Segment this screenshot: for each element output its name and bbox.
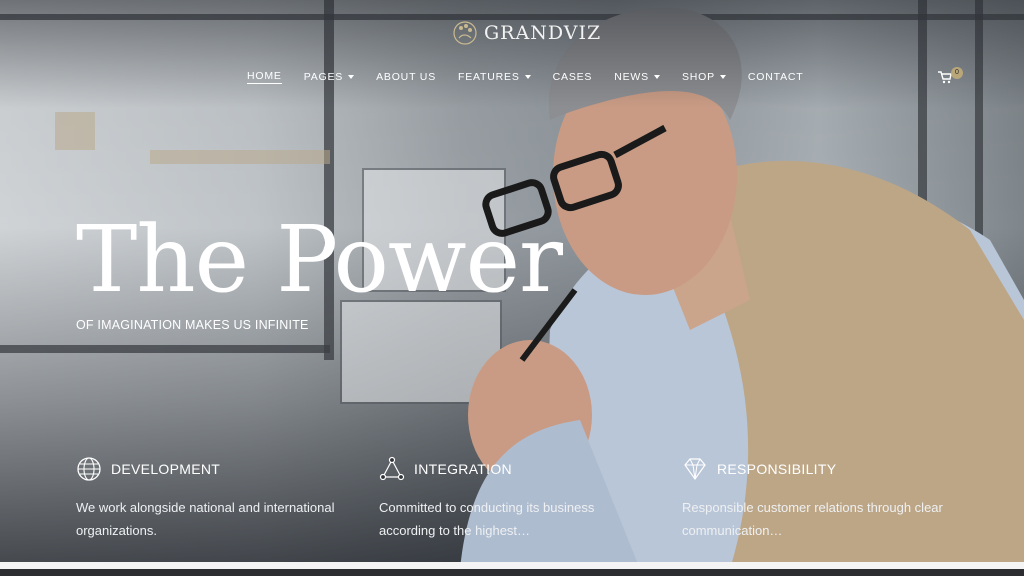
- laurel-mark-icon: [453, 21, 477, 45]
- nav-label: NEWS: [614, 71, 649, 83]
- network-triangle-icon: [379, 456, 405, 481]
- window-frame: [0, 345, 330, 353]
- feature-header: DEVELOPMENT: [76, 456, 346, 482]
- cart-button[interactable]: 0: [938, 67, 964, 86]
- feature-title: INTEGRATION: [414, 461, 512, 477]
- hero-section: GRANDVIZ HOME PAGES ABOUT US FEATURES CA…: [0, 0, 1024, 569]
- brand-logo[interactable]: GRANDVIZ: [452, 20, 601, 46]
- nav-item-about-us[interactable]: ABOUT US: [365, 70, 447, 84]
- nav-item-news[interactable]: NEWS: [603, 70, 671, 84]
- nav-label: CONTACT: [747, 71, 804, 83]
- hero-title: The Power: [76, 206, 563, 313]
- nav-item-features[interactable]: FEATURES: [447, 70, 542, 84]
- chevron-down-icon: [653, 75, 660, 79]
- nav-item-shop[interactable]: SHOP: [671, 70, 737, 84]
- nav-item-contact[interactable]: CONTACT: [737, 70, 815, 84]
- cart-icon: [938, 71, 952, 84]
- feature-development: DEVELOPMENT We work alongside national a…: [76, 456, 346, 542]
- nav-label: CASES: [552, 71, 593, 83]
- nav-label: FEATURES: [458, 71, 520, 83]
- globe-icon: [77, 457, 101, 481]
- diamond-icon: [684, 458, 706, 481]
- main-navigation: HOME PAGES ABOUT US FEATURES CASES NEWS …: [247, 70, 815, 84]
- feature-description: Committed to conducting its business acc…: [379, 500, 595, 538]
- shelf: [150, 150, 330, 164]
- feature-description: We work alongside national and internati…: [76, 500, 335, 538]
- header-overlay: [0, 0, 1024, 108]
- feature-responsibility: RESPONSIBILITY Responsible customer rela…: [682, 456, 952, 542]
- nav-item-cases[interactable]: CASES: [542, 70, 604, 84]
- cart-count-badge: 0: [951, 67, 963, 79]
- hero-subtitle: OF IMAGINATION MAKES US INFINITE: [76, 318, 309, 332]
- nav-item-home[interactable]: HOME: [247, 70, 293, 84]
- feature-header: RESPONSIBILITY: [682, 456, 952, 482]
- nav-label: SHOP: [681, 71, 715, 83]
- feature-description: Responsible customer relations through c…: [682, 500, 943, 538]
- nav-label: PAGES: [303, 71, 344, 83]
- chevron-down-icon: [524, 75, 531, 79]
- page-bottom-edge: [0, 562, 1024, 569]
- nav-item-pages[interactable]: PAGES: [293, 70, 365, 84]
- feature-title: DEVELOPMENT: [111, 461, 221, 477]
- nav-label: HOME: [247, 70, 282, 84]
- feature-header: INTEGRATION: [379, 456, 649, 482]
- feature-title: RESPONSIBILITY: [717, 461, 837, 477]
- box: [55, 112, 95, 150]
- chevron-down-icon: [348, 75, 355, 79]
- feature-integration: INTEGRATION Committed to conducting its …: [379, 456, 649, 542]
- chevron-down-icon: [719, 75, 726, 79]
- brand-name: GRANDVIZ: [484, 22, 602, 44]
- nav-label: ABOUT US: [376, 71, 436, 83]
